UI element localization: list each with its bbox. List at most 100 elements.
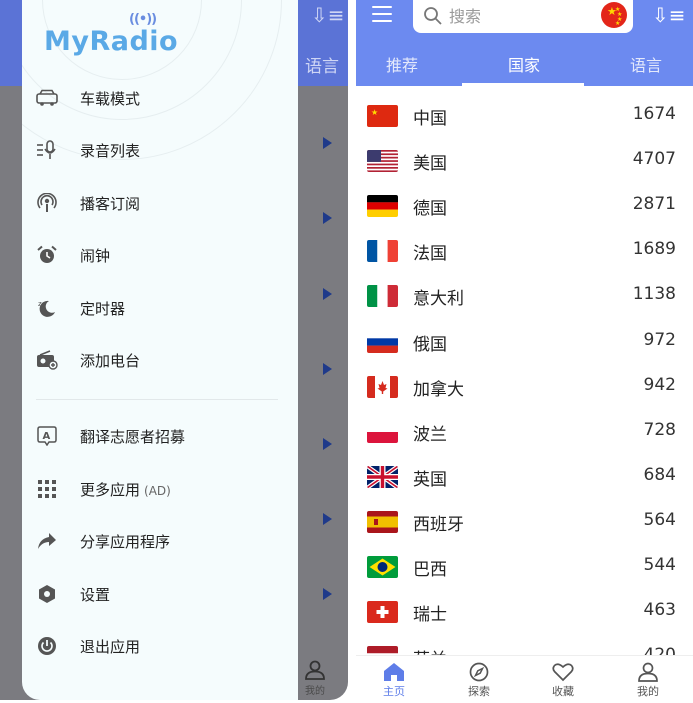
country-name: 英国 [413, 469, 447, 490]
nav-label: 探索 [468, 685, 490, 698]
menu-label: 车载模式 [80, 89, 141, 108]
ca-flag-icon [367, 375, 398, 398]
country-row-fr[interactable]: 法国 1689 [356, 235, 693, 280]
cn-flag-icon: ★ [367, 105, 398, 127]
menu-item-podcasts[interactable]: 播客订阅 [22, 183, 298, 223]
menu-item-translate-volunteers[interactable]: A 翻译志愿者招募 [22, 416, 298, 456]
menu-item-add-station[interactable]: 添加电台 [22, 340, 298, 380]
menu-label: 分享应用程序 [80, 532, 171, 551]
station-count: 942 [643, 374, 676, 395]
station-count: 2871 [632, 194, 676, 215]
country-row-es[interactable]: 西班牙 564 [356, 506, 693, 551]
heart-icon [552, 663, 574, 682]
country-name: 美国 [413, 154, 447, 175]
nav-home[interactable]: 主页 [364, 662, 424, 699]
dimmed-play-icon [323, 438, 332, 450]
dimmed-tab-language: 语言 [305, 57, 339, 77]
menu-icon[interactable] [372, 6, 392, 24]
station-count: 1138 [632, 284, 676, 305]
sort-icon[interactable]: ⇩≡ [652, 4, 686, 26]
sleep-timer-icon: z [36, 297, 58, 319]
country-row-ch[interactable]: 瑞士 463 [356, 596, 693, 641]
compass-icon [469, 662, 489, 682]
app-root: ⇩≡ 语言 我的 MyRadio ((•)) 车载模式 录音列表 播客订阅 闹钟… [0, 0, 693, 703]
country-row-de[interactable]: 德国 2871 [356, 190, 693, 235]
nav-me[interactable]: 我的 [618, 662, 678, 699]
station-count: 564 [643, 509, 676, 530]
menu-item-exit-app[interactable]: 退出应用 [22, 626, 298, 666]
drawer-screen: ⇩≡ 语言 我的 MyRadio ((•)) 车载模式 录音列表 播客订阅 闹钟… [0, 0, 348, 703]
nav-explore[interactable]: 探索 [449, 662, 509, 699]
country-name: 中国 [413, 109, 447, 129]
microphone-list-icon [36, 139, 58, 161]
active-tab-indicator [462, 83, 584, 86]
power-icon [36, 635, 58, 657]
country-name: 波兰 [413, 424, 447, 445]
menu-item-recordings[interactable]: 录音列表 [22, 130, 298, 170]
menu-label: 定时器 [80, 299, 126, 318]
dimmed-sort-icon: ⇩≡ [311, 3, 345, 27]
station-count: 463 [643, 600, 676, 621]
app-header: ★ ★ ★ ★ ★ ⇩≡ 推荐 国家 语言 [356, 0, 693, 86]
country-name: 西班牙 [413, 514, 464, 535]
tab-languages[interactable]: 语言 [630, 52, 662, 76]
dimmed-play-icon [323, 363, 332, 375]
country-row-pl[interactable]: 波兰 728 [356, 416, 693, 461]
nav-label: 主页 [383, 685, 405, 698]
country-name: 俄国 [413, 334, 447, 355]
country-row-it[interactable]: 意大利 1138 [356, 280, 693, 325]
app-logo: MyRadio [44, 26, 179, 57]
menu-label: 播客订阅 [80, 194, 141, 213]
country-row-ca[interactable]: 加拿大 942 [356, 371, 693, 416]
gb-flag-icon [367, 465, 398, 488]
ad-badge: (AD) [144, 483, 171, 498]
apps-grid-icon [36, 478, 58, 500]
menu-item-more-apps[interactable]: 更多应用 (AD) [22, 469, 298, 509]
country-row-cn[interactable]: ★ 中国 1674 [356, 100, 693, 145]
search-input[interactable] [449, 4, 589, 28]
country-row-us[interactable]: 美国 4707 [356, 145, 693, 190]
menu-label: 录音列表 [80, 141, 141, 160]
settings-icon [36, 583, 58, 605]
menu-item-sleep-timer[interactable]: z 定时器 [22, 288, 298, 328]
country-name: 德国 [413, 199, 447, 220]
china-flag-icon[interactable]: ★ ★ ★ ★ ★ [601, 2, 627, 28]
menu-item-alarm[interactable]: 闹钟 [22, 235, 298, 275]
dimmed-play-icon [323, 513, 332, 525]
br-flag-icon [367, 556, 398, 578]
menu-label: 设置 [80, 585, 111, 604]
ch-flag-icon [367, 601, 398, 624]
country-screen: ★ ★ ★ ★ ★ ⇩≡ 推荐 国家 语言 ★ 中国 1674 美国 4707 德国 287… [356, 0, 693, 703]
svg-text:★: ★ [371, 108, 378, 117]
tab-countries[interactable]: 国家 [508, 52, 540, 76]
station-count: 1674 [632, 104, 676, 124]
country-name: 瑞士 [413, 605, 447, 626]
station-count: 684 [643, 464, 676, 485]
menu-item-share-app[interactable]: 分享应用程序 [22, 521, 298, 561]
nav-favorites[interactable]: 收藏 [533, 662, 593, 699]
tab-recommended[interactable]: 推荐 [386, 52, 418, 76]
station-count: 1689 [632, 239, 676, 260]
menu-label: 闹钟 [80, 246, 111, 265]
share-icon [36, 530, 58, 552]
search-bar[interactable]: ★ ★ ★ ★ ★ [413, 0, 633, 33]
menu-label: 退出应用 [80, 637, 141, 656]
country-row-br[interactable]: 巴西 544 [356, 551, 693, 596]
country-name: 意大利 [413, 289, 464, 310]
dimmed-nav-me-label: 我的 [305, 686, 325, 697]
us-flag-icon [367, 150, 398, 173]
station-count: 544 [643, 555, 676, 575]
country-row-ru[interactable]: 俄国 972 [356, 326, 693, 371]
dimmed-nav-me: 我的 [300, 660, 330, 697]
home-icon [384, 663, 404, 681]
drawer-divider [36, 399, 278, 400]
search-icon [424, 7, 442, 25]
menu-label: 添加电台 [80, 351, 141, 370]
menu-item-settings[interactable]: 设置 [22, 574, 298, 614]
menu-item-car-mode[interactable]: 车载模式 [22, 78, 298, 118]
navigation-drawer: MyRadio ((•)) 车载模式 录音列表 播客订阅 闹钟 z 定时器 添加… [22, 0, 298, 700]
station-count: 972 [643, 329, 676, 350]
dimmed-play-icon [323, 288, 332, 300]
country-row-gb[interactable]: 英国 684 [356, 461, 693, 506]
svg-text:A: A [43, 431, 51, 442]
